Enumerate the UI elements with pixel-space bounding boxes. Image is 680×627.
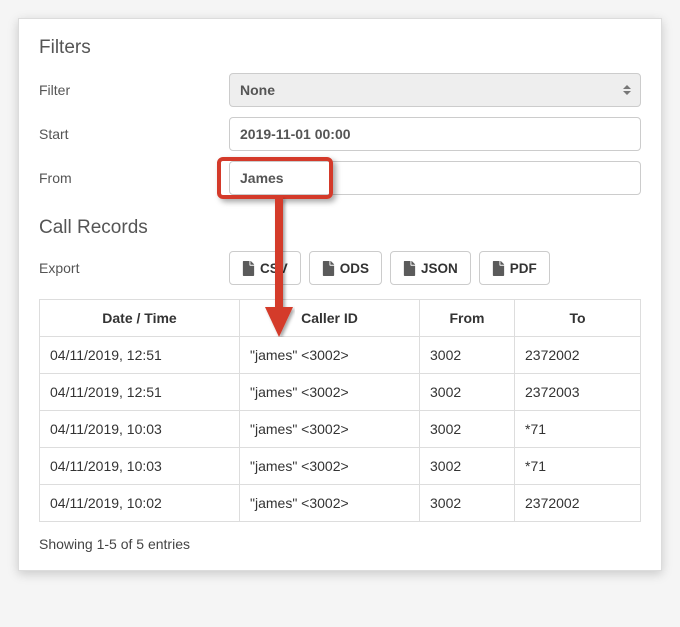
start-label: Start bbox=[39, 126, 229, 142]
file-icon bbox=[492, 261, 505, 276]
export-pdf-button[interactable]: PDF bbox=[479, 251, 550, 285]
records-heading: Call Records bbox=[39, 217, 641, 239]
export-csv-button[interactable]: CSV bbox=[229, 251, 301, 285]
export-pdf-label: PDF bbox=[510, 261, 537, 276]
records-table: Date / Time Caller ID From To 04/11/2019… bbox=[39, 299, 641, 522]
cell-from: 3002 bbox=[420, 411, 515, 448]
export-json-button[interactable]: JSON bbox=[390, 251, 471, 285]
cell-from: 3002 bbox=[420, 485, 515, 522]
table-row: 04/11/2019, 10:03"james" <3002>3002*71 bbox=[40, 448, 641, 485]
export-ods-button[interactable]: ODS bbox=[309, 251, 382, 285]
cell-callerid: "james" <3002> bbox=[240, 337, 420, 374]
cell-callerid: "james" <3002> bbox=[240, 448, 420, 485]
cell-callerid: "james" <3002> bbox=[240, 374, 420, 411]
col-to[interactable]: To bbox=[515, 300, 641, 337]
cell-datetime: 04/11/2019, 12:51 bbox=[40, 337, 240, 374]
filter-row: Filter None bbox=[39, 73, 641, 107]
col-datetime[interactable]: Date / Time bbox=[40, 300, 240, 337]
from-row: From bbox=[39, 161, 641, 195]
panel: Filters Filter None Start From bbox=[18, 18, 662, 571]
col-from[interactable]: From bbox=[420, 300, 515, 337]
filter-label: Filter bbox=[39, 82, 229, 98]
cell-to: 2372002 bbox=[515, 337, 641, 374]
cell-datetime: 04/11/2019, 10:03 bbox=[40, 411, 240, 448]
cell-to: 2372002 bbox=[515, 485, 641, 522]
export-ods-label: ODS bbox=[340, 261, 369, 276]
filter-select[interactable]: None bbox=[229, 73, 641, 107]
table-row: 04/11/2019, 10:02"james" <3002>300223720… bbox=[40, 485, 641, 522]
col-callerid[interactable]: Caller ID bbox=[240, 300, 420, 337]
export-json-label: JSON bbox=[421, 261, 458, 276]
cell-from: 3002 bbox=[420, 448, 515, 485]
cell-datetime: 04/11/2019, 12:51 bbox=[40, 374, 240, 411]
cell-callerid: "james" <3002> bbox=[240, 411, 420, 448]
cell-to: *71 bbox=[515, 411, 641, 448]
file-icon bbox=[322, 261, 335, 276]
cell-to: 2372003 bbox=[515, 374, 641, 411]
cell-datetime: 04/11/2019, 10:03 bbox=[40, 448, 240, 485]
cell-from: 3002 bbox=[420, 374, 515, 411]
entries-text: Showing 1-5 of 5 entries bbox=[39, 536, 641, 552]
file-icon bbox=[242, 261, 255, 276]
table-row: 04/11/2019, 10:03"james" <3002>3002*71 bbox=[40, 411, 641, 448]
from-input[interactable] bbox=[229, 161, 641, 195]
cell-from: 3002 bbox=[420, 337, 515, 374]
start-row: Start bbox=[39, 117, 641, 151]
table-header-row: Date / Time Caller ID From To bbox=[40, 300, 641, 337]
table-row: 04/11/2019, 12:51"james" <3002>300223720… bbox=[40, 337, 641, 374]
table-row: 04/11/2019, 12:51"james" <3002>300223720… bbox=[40, 374, 641, 411]
export-label: Export bbox=[39, 260, 229, 276]
cell-to: *71 bbox=[515, 448, 641, 485]
cell-datetime: 04/11/2019, 10:02 bbox=[40, 485, 240, 522]
start-input[interactable] bbox=[229, 117, 641, 151]
from-label: From bbox=[39, 170, 229, 186]
cell-callerid: "james" <3002> bbox=[240, 485, 420, 522]
file-icon bbox=[403, 261, 416, 276]
export-csv-label: CSV bbox=[260, 261, 288, 276]
filters-heading: Filters bbox=[39, 37, 641, 59]
export-row: Export CSV ODS JSON PDF bbox=[39, 251, 641, 285]
